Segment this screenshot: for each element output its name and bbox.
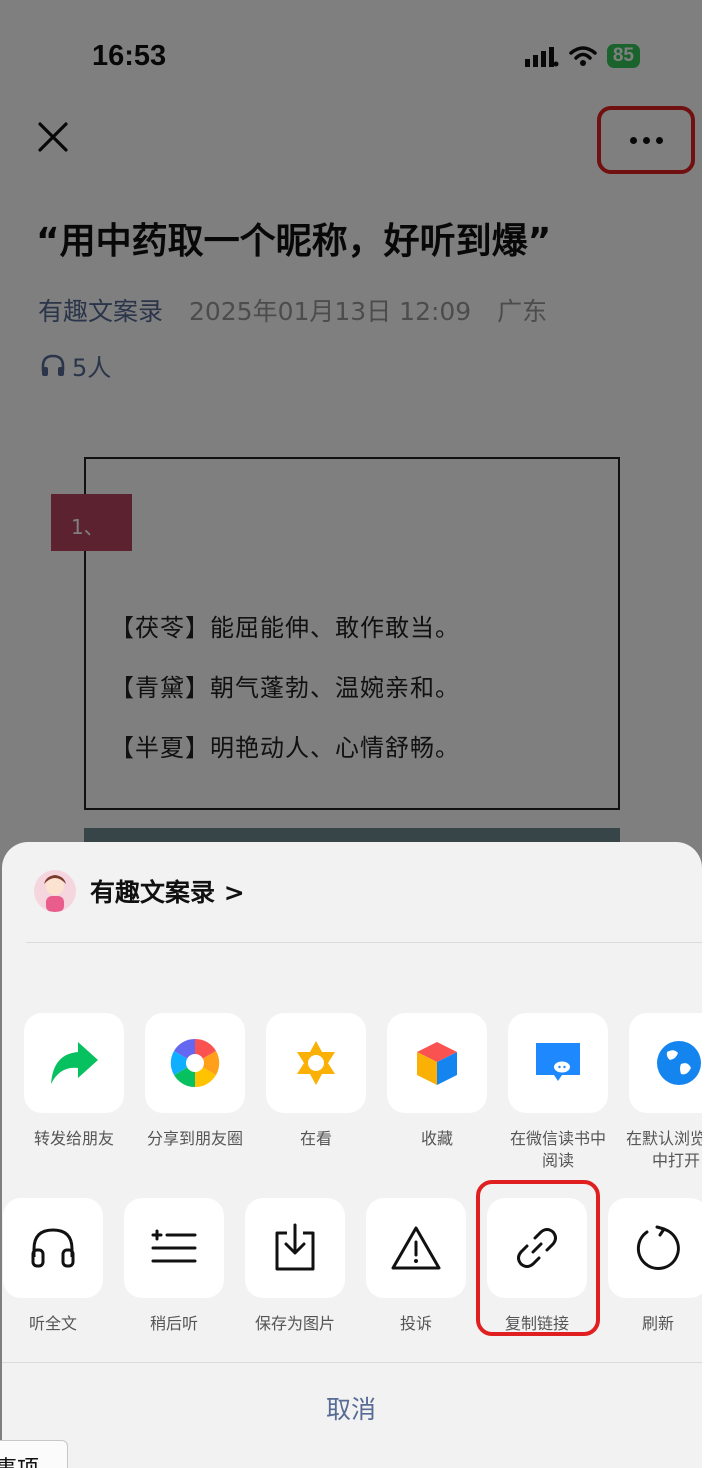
listen-later-icon [151,1229,197,1263]
refresh-icon [636,1225,680,1270]
forward-to-friend-button[interactable] [24,1013,124,1113]
forward-to-friend-label: 转发给朋友 [33,1129,114,1148]
refresh-button[interactable] [608,1198,702,1298]
account-row[interactable]: 有趣文案录 > [34,870,245,912]
favorite-label: 收藏 [420,1129,453,1148]
listen-full-text-button[interactable] [3,1198,103,1298]
save-as-image-button[interactable] [245,1198,345,1298]
report-button[interactable] [366,1198,466,1298]
save-image-icon [275,1223,315,1271]
listen-later-button[interactable] [124,1198,224,1298]
open-in-browser-button[interactable] [629,1013,702,1113]
divider [26,942,702,943]
share-arrow-icon [51,1042,98,1084]
divider [2,1362,702,1363]
open-in-browser-label: 在默认浏览 [626,1129,702,1148]
wow-button[interactable] [266,1013,366,1113]
wow-icon [297,1041,335,1085]
report-label: 投诉 [399,1314,432,1333]
favorite-button[interactable] [387,1013,487,1113]
corner-tab[interactable]: 事项 [0,1440,68,1468]
wow-label: 在看 [299,1129,332,1148]
read-in-weread-label-line2: 阅读 [541,1151,574,1170]
read-in-weread-label: 在微信读书中 [509,1129,606,1148]
open-in-browser-label-line2: 中打开 [652,1151,701,1170]
headphones-icon [31,1228,75,1268]
favorite-cube-icon [417,1042,457,1085]
avatar [34,870,76,912]
share-to-moments-button[interactable] [145,1013,245,1113]
share-to-moments-label: 分享到朋友圈 [146,1129,243,1148]
phone-screen: 16:53 85 “用中药取一个昵称，好听到爆” 有趣文案录 2025年01月1… [0,0,702,1468]
weread-icon [536,1043,580,1081]
read-in-weread-button[interactable] [508,1013,608,1113]
cancel-button[interactable]: 取消 [0,1390,702,1426]
refresh-label: 刷新 [641,1314,674,1333]
listen-full-text-label: 听全文 [28,1314,77,1333]
copy-link-highlight [476,1180,600,1336]
account-name: 有趣文案录 > [90,878,245,907]
save-as-image-label: 保存为图片 [254,1314,335,1333]
browser-globe-icon [657,1041,701,1085]
moments-icon [170,1038,220,1088]
warning-icon [391,1226,441,1270]
listen-later-label: 稍后听 [149,1314,198,1333]
